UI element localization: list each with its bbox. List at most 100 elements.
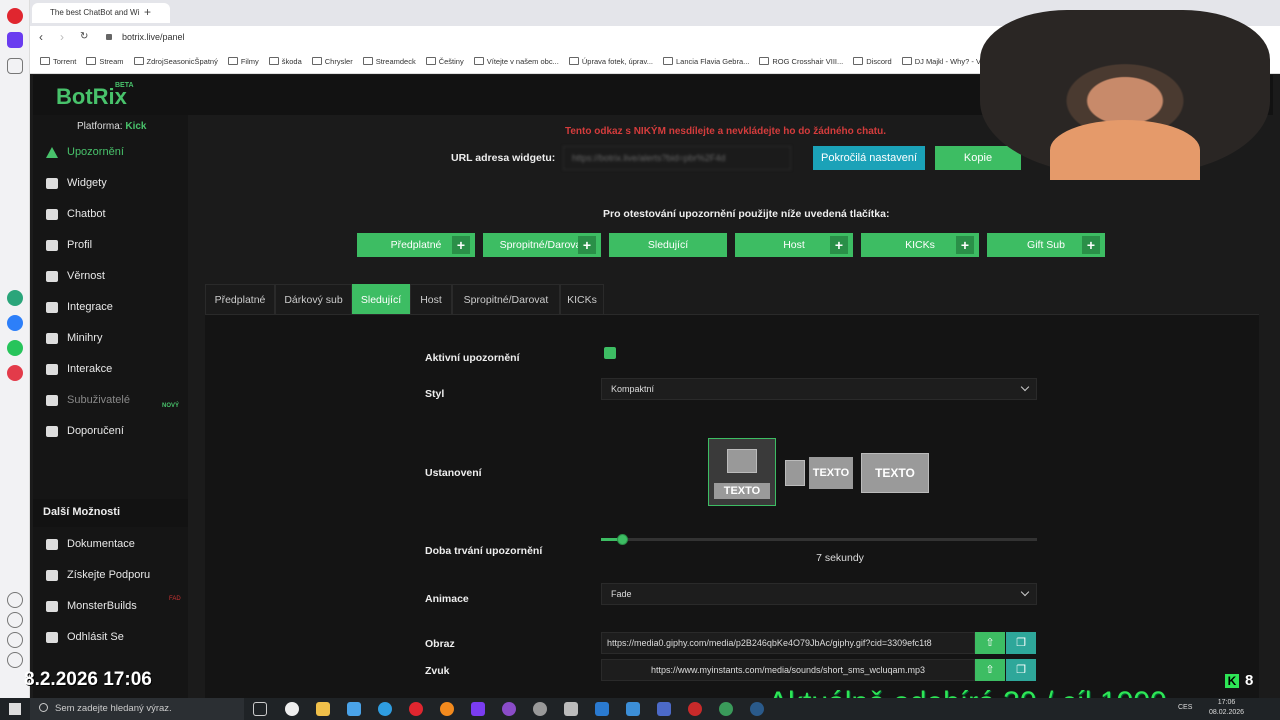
layout-option-stacked[interactable]: TEXTO	[708, 438, 776, 506]
clock-icon[interactable]	[7, 612, 23, 628]
bookmark-item[interactable]: Torrent	[40, 57, 76, 66]
upload-icon[interactable]: ⇧	[975, 659, 1005, 681]
sound-url-input[interactable]: https://www.myinstants.com/media/sounds/…	[601, 659, 975, 681]
style-label: Styl	[425, 388, 445, 400]
sidebar-item-profil[interactable]: Profil	[33, 232, 188, 260]
sidebar-item-minihry[interactable]: Minihry	[33, 325, 188, 353]
test-alert-button[interactable]: Sledující	[609, 233, 727, 257]
alert-tab[interactable]: Spropitné/Darovat	[452, 284, 560, 314]
bookmark-item[interactable]: ROG Crosshair VIII...	[759, 57, 843, 66]
steam-icon[interactable]	[750, 702, 764, 716]
image-url-input[interactable]: https://media0.giphy.com/media/p2B246qbK…	[601, 632, 975, 654]
sidebar-item-subuživatelé[interactable]: Subuživatelé	[33, 387, 188, 415]
test-alert-button[interactable]: Host +	[735, 233, 853, 257]
bookmark-item[interactable]: Češtiny	[426, 57, 464, 66]
new-tab-icon[interactable]: +	[144, 5, 151, 19]
animation-select[interactable]: Fade	[601, 583, 1037, 605]
bookmark-item[interactable]: Streamdeck	[363, 57, 416, 66]
new-badge: NOVÝ	[162, 403, 180, 409]
whatsapp-icon[interactable]	[7, 340, 23, 356]
file-explorer-icon[interactable]	[316, 702, 330, 716]
sidebar-item-chatbot[interactable]: Chatbot	[33, 201, 188, 229]
sidebar-item-věrnost[interactable]: Věrnost	[33, 263, 188, 291]
app-icon[interactable]	[595, 702, 609, 716]
taskbar-search[interactable]: Sem zadejte hledaný výraz.	[30, 698, 244, 720]
style-select[interactable]: Kompaktní	[601, 378, 1037, 400]
duration-slider-track[interactable]	[601, 538, 1037, 541]
bookmark-item[interactable]: ZdrojSeasonicŠpatný	[134, 57, 218, 66]
language-indicator[interactable]: CES	[1178, 704, 1192, 711]
app-icon[interactable]	[502, 702, 516, 716]
lightbulb-icon[interactable]	[7, 652, 23, 668]
settings-icon[interactable]	[7, 632, 23, 648]
bookmark-item[interactable]: Úprava fotek, úprav...	[569, 57, 653, 66]
bookmark-item[interactable]: Filmy	[228, 57, 259, 66]
test-alert-button[interactable]: Spropitné/Darovat +	[483, 233, 601, 257]
test-alert-button[interactable]: Gift Sub +	[987, 233, 1105, 257]
sidebar-more-item[interactable]: Dokumentace	[33, 531, 188, 559]
heart-icon[interactable]	[7, 592, 23, 608]
sidebar-item-interakce[interactable]: Interakce	[33, 356, 188, 384]
alert-tab[interactable]: Sledující	[352, 284, 410, 314]
store-icon[interactable]	[347, 702, 361, 716]
bookmark-item[interactable]: DJ Majkl - Why? - Vi...	[902, 57, 989, 66]
alert-tab[interactable]: KICKs	[560, 284, 604, 314]
sidebar-item-label: Doporučení	[67, 425, 124, 437]
sidebar-item-upozornění[interactable]: Upozornění	[33, 139, 188, 167]
alert-tab[interactable]: Předplatné	[205, 284, 275, 314]
copy-button[interactable]: Kopie	[935, 146, 1021, 170]
alert-tab[interactable]: Dárkový sub	[275, 284, 352, 314]
app-icon[interactable]	[657, 702, 671, 716]
advanced-settings-button[interactable]: Pokročilá nastavení	[813, 146, 925, 170]
gallery-icon[interactable]: ❐	[1006, 632, 1036, 654]
layout-option-overlay[interactable]: TEXTO	[861, 453, 929, 493]
app-icon[interactable]	[688, 702, 702, 716]
app-icon[interactable]	[533, 702, 547, 716]
windows-start-icon[interactable]	[9, 703, 21, 715]
sidebar-more-item[interactable]: Odhlásit Se	[33, 624, 188, 652]
opera-logo-icon[interactable]	[7, 8, 23, 24]
active-alert-checkbox[interactable]	[604, 347, 616, 359]
sidebar-item-doporučení[interactable]: Doporučení	[33, 418, 188, 446]
chatgpt-icon[interactable]	[7, 290, 23, 306]
opera-icon[interactable]	[409, 702, 423, 716]
music-app-icon[interactable]	[7, 365, 23, 381]
messenger-icon[interactable]	[7, 315, 23, 331]
home-icon[interactable]	[7, 32, 23, 48]
widget-url-field[interactable]: https://botrix.live/alerts?bid=pbr%2F4d	[563, 146, 791, 170]
app-icon[interactable]	[471, 702, 485, 716]
back-icon[interactable]: ‹	[39, 30, 43, 44]
sidebar-item-integrace[interactable]: Integrace	[33, 294, 188, 322]
bookmark-item[interactable]: škoda	[269, 57, 302, 66]
task-view-icon[interactable]	[253, 702, 267, 716]
obs-icon[interactable]	[285, 702, 299, 716]
url-text[interactable]: botrix.live/panel	[122, 32, 185, 42]
duration-slider-handle[interactable]	[617, 534, 628, 545]
bookmark-item[interactable]: Lancia Flavia Gebra...	[663, 57, 749, 66]
lock-icon[interactable]	[106, 34, 112, 40]
reload-icon[interactable]: ↻	[80, 31, 88, 42]
alert-tab[interactable]: Host	[410, 284, 452, 314]
bookmark-item[interactable]: Stream	[86, 57, 123, 66]
firefox-icon[interactable]	[440, 702, 454, 716]
sidebar-more-item[interactable]: MonsterBuilds	[33, 593, 188, 621]
app-icon[interactable]	[564, 702, 578, 716]
taskbar-clock[interactable]: 17:06 08.02.2026	[1209, 698, 1244, 718]
sidebar-more-item[interactable]: Získejte Podporu	[33, 562, 188, 590]
app-icon[interactable]	[626, 702, 640, 716]
star-icon[interactable]	[7, 58, 23, 74]
sidebar-item-widgety[interactable]: Widgety	[33, 170, 188, 198]
test-alert-button[interactable]: KICKs +	[861, 233, 979, 257]
bookmark-item[interactable]: Chrysler	[312, 57, 353, 66]
bookmark-item[interactable]: Discord	[853, 57, 891, 66]
forward-icon[interactable]: ›	[60, 30, 64, 44]
test-alert-button[interactable]: Předplatné +	[357, 233, 475, 257]
edge-icon[interactable]	[378, 702, 392, 716]
sidebar-item-label: Chatbot	[67, 208, 106, 220]
layout-option-side[interactable]: TEXTO	[785, 455, 853, 491]
upload-icon[interactable]: ⇧	[975, 632, 1005, 654]
app-icon[interactable]	[719, 702, 733, 716]
bookmark-item[interactable]: Vítejte v našem obc...	[474, 57, 559, 66]
gallery-icon[interactable]: ❐	[1006, 659, 1036, 681]
date-overlay: 8.2.2026 17:06	[24, 669, 152, 690]
